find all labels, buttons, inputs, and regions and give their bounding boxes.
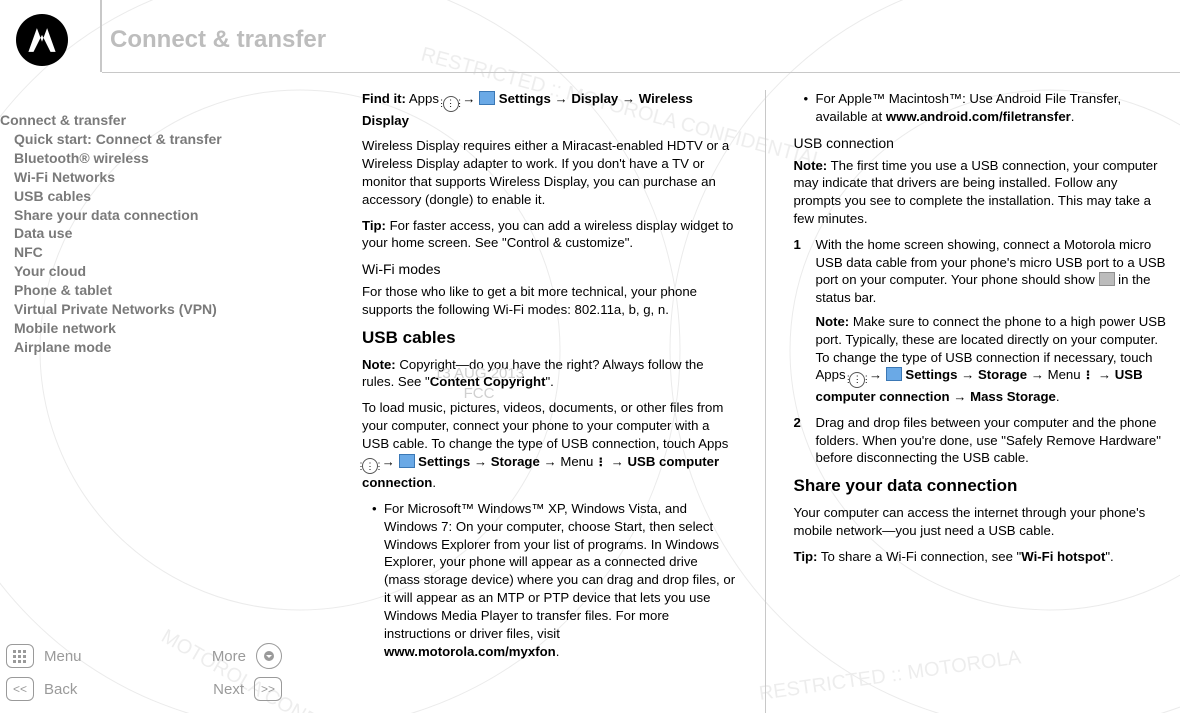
share-connection-text: Your computer can access the internet th… — [794, 504, 1169, 540]
menu-overflow-icon: ⠇ — [597, 455, 607, 471]
bullet-apple: For Apple™ Macintosh™: Use Android File … — [804, 90, 1169, 126]
share-connection-tip: Tip: To share a Wi-Fi connection, see "W… — [794, 548, 1169, 566]
back-button[interactable]: << Back — [6, 677, 77, 701]
step-2: Drag and drop files between your compute… — [794, 414, 1169, 467]
back-label: Back — [44, 681, 77, 698]
settings-icon — [399, 454, 415, 468]
share-connection-heading: Share your data connection — [794, 475, 1169, 498]
wireless-display-desc: Wireless Display requires either a Mirac… — [362, 137, 737, 208]
tip-label: Tip: — [794, 549, 818, 564]
tip-text: For faster access, you can add a wireles… — [362, 218, 733, 251]
toc-item[interactable]: Share your data connection — [0, 206, 300, 225]
note-text: The first time you use a USB connection,… — [794, 158, 1158, 226]
note-label: Note: — [794, 158, 828, 173]
step1-path: Settings → Storage — [902, 367, 1027, 382]
toc-item[interactable]: Data use — [0, 224, 300, 243]
usb-load-desc: To load music, pictures, videos, documen… — [362, 399, 737, 492]
menu-label: Menu — [44, 648, 82, 665]
wifi-hotspot-link[interactable]: Wi-Fi hotspot — [1021, 549, 1105, 564]
back-icon: << — [6, 677, 34, 701]
apps-icon: ⋮⋮⋮ — [443, 96, 459, 112]
more-icon — [256, 643, 282, 669]
tip-wireless-widget: Tip: For faster access, you can add a wi… — [362, 217, 737, 253]
menu-button[interactable]: Menu — [6, 644, 82, 668]
tip-label: Tip: — [362, 218, 386, 233]
note-label: Note: — [362, 357, 396, 372]
tip-text-b: ". — [1105, 549, 1113, 564]
apps-icon: ⋮⋮⋮ — [362, 458, 378, 474]
wifi-modes-text: For those who like to get a bit more tec… — [362, 283, 737, 319]
page-header: Connect & transfer — [0, 14, 1180, 66]
usb-status-icon — [1099, 272, 1115, 286]
next-icon: >> — [254, 677, 282, 701]
column-separator — [765, 90, 766, 713]
copyright-note: Note: Copyright—do you have the right? A… — [362, 356, 737, 392]
menu-overflow-icon: ⠇ — [1084, 368, 1094, 384]
usb-first-time-note: Note: The first time you use a USB conne… — [794, 157, 1169, 228]
bullet-windows-text: For Microsoft™ Windows™ XP, Windows Vist… — [384, 501, 735, 641]
toc-item[interactable]: Quick start: Connect & transfer — [0, 130, 300, 149]
toc-item[interactable]: Your cloud — [0, 262, 300, 281]
motorola-icon — [25, 23, 59, 57]
usb-cables-heading: USB cables — [362, 327, 737, 350]
main-content: 13 AUG 2013 FCC Find it: Apps ⋮⋮⋮ → Sett… — [362, 90, 1168, 713]
next-button[interactable]: Next >> — [213, 677, 282, 701]
toc-item[interactable]: Bluetooth® wireless — [0, 149, 300, 168]
motorola-url[interactable]: www.motorola.com/myxfon — [384, 644, 556, 659]
find-it-line: Find it: Apps ⋮⋮⋮ → Settings → Display →… — [362, 90, 737, 129]
toc-item[interactable]: Phone & tablet — [0, 281, 300, 300]
content-copyright-link[interactable]: Content Copyright — [430, 374, 546, 389]
more-label: More — [212, 648, 246, 665]
find-it-label: Find it: — [362, 91, 406, 106]
note-label: Note: — [816, 314, 850, 329]
usb-load-text: To load music, pictures, videos, documen… — [362, 400, 728, 451]
grid-icon — [6, 644, 34, 668]
sidebar-toc: Connect & transfer Quick start: Connect … — [0, 112, 300, 357]
note-text-b: ". — [545, 374, 553, 389]
column-1: 13 AUG 2013 FCC Find it: Apps ⋮⋮⋮ → Sett… — [362, 90, 737, 713]
tip-text-a: To share a Wi-Fi connection, see " — [817, 549, 1021, 564]
toc-item[interactable]: Airplane mode — [0, 338, 300, 357]
usb-menu: → Menu — [540, 454, 597, 469]
step1-note: Note: Make sure to connect the phone to … — [816, 313, 1169, 406]
step-1: With the home screen showing, connect a … — [794, 236, 1169, 406]
header-rule — [102, 72, 1180, 73]
usb-connection-heading: USB connection — [794, 134, 1169, 153]
bullet-windows: For Microsoft™ Windows™ XP, Windows Vist… — [372, 500, 737, 660]
settings-icon — [479, 91, 495, 105]
android-filetransfer-url[interactable]: www.android.com/filetransfer — [886, 109, 1071, 124]
next-label: Next — [213, 681, 244, 698]
toc-item[interactable]: Wi-Fi Networks — [0, 168, 300, 187]
toc-item[interactable]: USB cables — [0, 187, 300, 206]
column-2: For Apple™ Macintosh™: Use Android File … — [794, 90, 1169, 713]
usb-path: Settings → Storage — [415, 454, 540, 469]
more-button[interactable]: More — [212, 643, 282, 669]
toc-item[interactable]: Virtual Private Networks (VPN) — [0, 300, 300, 319]
wifi-modes-heading: Wi-Fi modes — [362, 260, 737, 279]
toc-item[interactable]: NFC — [0, 243, 300, 262]
toc-item[interactable]: Mobile network — [0, 319, 300, 338]
apps-icon: ⋮⋮⋮ — [849, 372, 865, 388]
toc-heading[interactable]: Connect & transfer — [0, 112, 300, 128]
motorola-logo — [16, 14, 68, 66]
nav-controls: Menu More << Back Next >> — [6, 639, 306, 705]
step1-menu: → Menu — [1027, 367, 1084, 382]
settings-icon — [886, 367, 902, 381]
page-title: Connect & transfer — [110, 26, 326, 54]
